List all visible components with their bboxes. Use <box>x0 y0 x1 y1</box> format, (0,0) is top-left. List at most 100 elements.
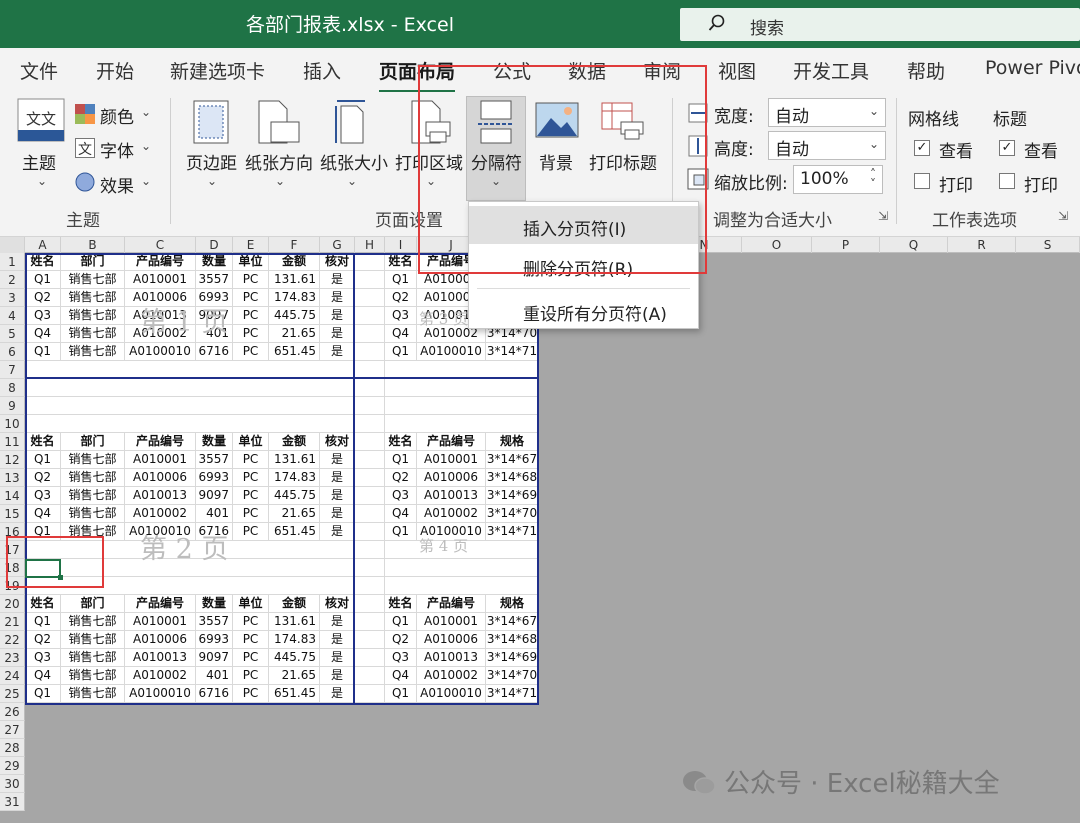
table-cell[interactable]: 是 <box>320 631 355 649</box>
table-cell[interactable]: PC <box>233 325 269 343</box>
tab-insert[interactable]: 插入 <box>303 57 341 84</box>
table-cell[interactable]: PC <box>233 667 269 685</box>
empty-cell[interactable] <box>355 523 385 541</box>
horizontal-page-break[interactable] <box>25 377 539 379</box>
tab-help[interactable]: 帮助 <box>907 57 945 84</box>
table-cell[interactable]: 是 <box>320 469 355 487</box>
table-cell[interactable]: 21.65 <box>269 325 320 343</box>
table-cell[interactable]: PC <box>233 343 269 361</box>
table-cell[interactable]: A010006 <box>417 469 486 487</box>
table-cell[interactable]: PC <box>233 487 269 505</box>
table-cell[interactable]: PC <box>233 505 269 523</box>
colors-button[interactable]: 颜色 <box>100 103 134 128</box>
themes-button[interactable]: 主题 <box>22 149 56 174</box>
row-header[interactable]: 29 <box>0 757 25 775</box>
table-cell[interactable]: A010001 <box>417 451 486 469</box>
row-header[interactable]: 28 <box>0 739 25 757</box>
headings-print-checkbox[interactable] <box>999 173 1015 189</box>
empty-cell[interactable] <box>355 685 385 703</box>
empty-row[interactable] <box>355 379 385 397</box>
table-cell[interactable]: 174.83 <box>269 631 320 649</box>
table-header-cell[interactable]: 部门 <box>61 253 125 271</box>
width-combo[interactable]: 自动 ⌄ <box>768 98 886 127</box>
column-header[interactable]: G <box>320 237 355 253</box>
row-header[interactable]: 26 <box>0 703 25 721</box>
table-header-cell[interactable]: 金额 <box>269 253 320 271</box>
table-cell[interactable]: 131.61 <box>269 271 320 289</box>
table-cell[interactable]: A0100010 <box>417 343 486 361</box>
empty-cell[interactable] <box>355 307 385 325</box>
table-cell[interactable]: 是 <box>320 271 355 289</box>
menu-item-reset-all-page-breaks[interactable]: 重设所有分页符(A) <box>469 291 698 329</box>
column-header[interactable]: A <box>25 237 61 253</box>
table-cell[interactable]: 是 <box>320 649 355 667</box>
empty-row[interactable] <box>355 541 385 559</box>
row-header[interactable]: 11 <box>0 433 25 451</box>
table-cell[interactable]: 401 <box>196 505 233 523</box>
table-cell[interactable]: Q1 <box>25 685 61 703</box>
table-cell[interactable]: PC <box>233 523 269 541</box>
table-header-cell[interactable]: 核对 <box>320 253 355 271</box>
table-cell[interactable]: 3*14*69 <box>486 487 539 505</box>
empty-cell[interactable] <box>355 253 385 271</box>
table-header-cell[interactable]: 数量 <box>196 253 233 271</box>
table-cell[interactable]: A010002 <box>417 667 486 685</box>
table-cell[interactable]: 销售七部 <box>61 343 125 361</box>
table-cell[interactable]: A010002 <box>125 505 196 523</box>
table-cell[interactable]: A010001 <box>125 451 196 469</box>
row-header[interactable]: 23 <box>0 649 25 667</box>
empty-row[interactable] <box>385 415 539 433</box>
row-header[interactable]: 5 <box>0 325 25 343</box>
column-header[interactable]: C <box>125 237 196 253</box>
tab-new-tab[interactable]: 新建选项卡 <box>170 57 265 84</box>
table-cell[interactable]: 销售七部 <box>61 487 125 505</box>
empty-cell[interactable] <box>355 631 385 649</box>
table-cell[interactable]: PC <box>233 469 269 487</box>
empty-row[interactable] <box>355 577 385 595</box>
table-cell[interactable]: 6716 <box>196 685 233 703</box>
row-header[interactable]: 13 <box>0 469 25 487</box>
table-header-cell[interactable]: 部门 <box>61 595 125 613</box>
table-cell[interactable]: PC <box>233 289 269 307</box>
empty-cell[interactable] <box>355 271 385 289</box>
empty-row[interactable] <box>355 397 385 415</box>
size-button[interactable]: 纸张大小 <box>320 149 388 174</box>
table-cell[interactable]: Q4 <box>385 505 417 523</box>
table-cell[interactable]: Q1 <box>385 685 417 703</box>
table-cell[interactable]: 3*14*70 <box>486 667 539 685</box>
table-cell[interactable]: Q1 <box>25 451 61 469</box>
spin-down-icon[interactable]: ˅ <box>870 177 876 191</box>
table-cell[interactable]: 174.83 <box>269 289 320 307</box>
table-cell[interactable]: A010006 <box>125 469 196 487</box>
table-cell[interactable]: 3557 <box>196 271 233 289</box>
table-cell[interactable]: 是 <box>320 505 355 523</box>
table-cell[interactable]: PC <box>233 307 269 325</box>
table-cell[interactable]: 21.65 <box>269 505 320 523</box>
height-combo[interactable]: 自动 ⌄ <box>768 131 886 160</box>
table-header-cell[interactable]: 姓名 <box>385 253 417 271</box>
table-header-cell[interactable]: 产品编号 <box>125 433 196 451</box>
table-cell[interactable]: A010013 <box>417 487 486 505</box>
empty-row[interactable] <box>25 379 355 397</box>
table-cell[interactable]: 131.61 <box>269 613 320 631</box>
tab-home[interactable]: 开始 <box>96 57 134 84</box>
empty-cell[interactable] <box>355 649 385 667</box>
gridlines-print-checkbox[interactable] <box>914 173 930 189</box>
margins-button[interactable]: 页边距 <box>186 149 237 174</box>
table-cell[interactable]: Q2 <box>385 289 417 307</box>
effects-button[interactable]: 效果 <box>100 172 134 197</box>
table-header-cell[interactable]: 产品编号 <box>417 433 486 451</box>
table-cell[interactable]: 6993 <box>196 631 233 649</box>
column-header[interactable]: F <box>269 237 320 253</box>
table-header-cell[interactable]: 产品编号 <box>417 595 486 613</box>
table-cell[interactable]: Q1 <box>385 343 417 361</box>
tab-developer[interactable]: 开发工具 <box>793 57 869 84</box>
row-header[interactable]: 4 <box>0 307 25 325</box>
table-cell[interactable]: 651.45 <box>269 343 320 361</box>
table-cell[interactable]: A0100010 <box>417 685 486 703</box>
empty-row[interactable] <box>355 415 385 433</box>
table-cell[interactable]: 6716 <box>196 343 233 361</box>
table-cell[interactable]: 是 <box>320 307 355 325</box>
table-cell[interactable]: A010001 <box>125 271 196 289</box>
table-cell[interactable]: A010001 <box>417 613 486 631</box>
